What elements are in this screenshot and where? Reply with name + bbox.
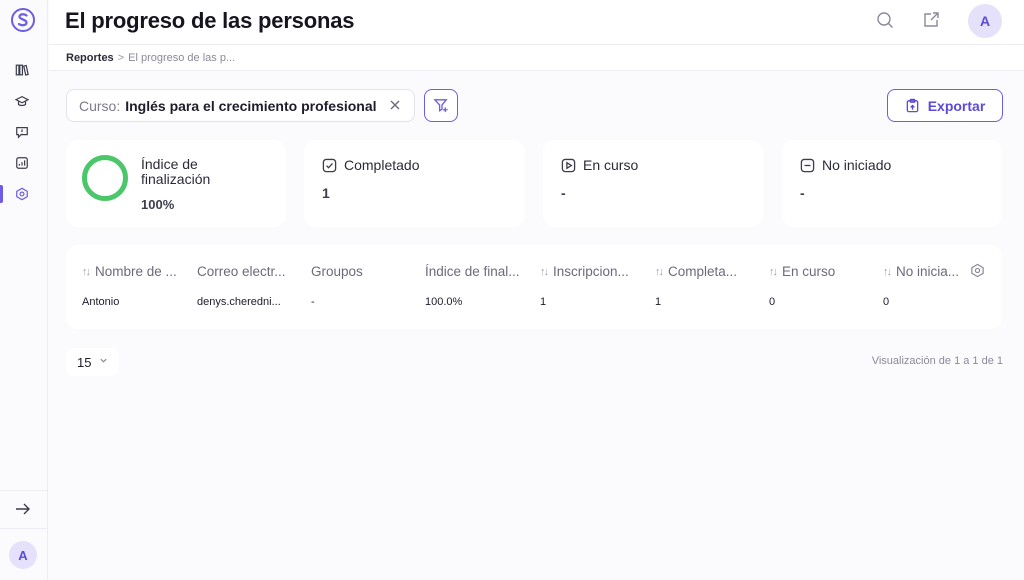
column-header-enrollments[interactable]: ↑↓ Inscripcion... — [540, 264, 646, 279]
export-icon — [906, 98, 919, 113]
sidebar-divider — [0, 528, 48, 529]
in-progress-card: En curso - — [543, 140, 763, 227]
analytics-icon[interactable] — [14, 155, 30, 171]
cell-completion-rate: 100.0% — [425, 296, 463, 308]
column-header-email[interactable]: Correo electr... — [197, 264, 297, 279]
page-size-value: 15 — [77, 354, 92, 370]
sort-icon[interactable]: ↑↓ — [883, 266, 892, 278]
graduation-cap-icon[interactable] — [14, 93, 30, 109]
cell-email: denys.cheredni... — [197, 296, 281, 308]
course-filter-chip[interactable]: Curso: Inglés para el crecimiento profes… — [66, 89, 415, 122]
cell-groups: - — [311, 296, 315, 308]
sort-icon[interactable]: ↑↓ — [655, 266, 664, 278]
add-filter-button[interactable] — [424, 89, 458, 122]
not-started-card: No iniciado - — [782, 140, 1002, 227]
completed-title: Completado — [344, 157, 420, 173]
search-icon[interactable] — [876, 11, 894, 29]
column-header-name[interactable]: ↑↓ Nombre de ... — [82, 264, 188, 279]
completed-value: 1 — [322, 185, 330, 201]
column-header-completion-rate[interactable]: Índice de final... — [425, 264, 531, 279]
play-square-icon — [561, 158, 576, 172]
filter-key: Curso: — [79, 97, 121, 114]
page-size-select[interactable]: 15 — [66, 348, 119, 376]
completion-title: Índice de finalización — [141, 156, 211, 187]
settings-hex-icon[interactable] — [14, 186, 30, 202]
breadcrumb-root[interactable]: Reportes — [66, 52, 114, 64]
breadcrumb-current: El progreso de las p... — [128, 51, 236, 64]
check-square-icon — [322, 158, 337, 172]
completion-ring — [82, 155, 128, 201]
in-progress-title: En curso — [583, 157, 639, 173]
people-progress-table: ↑↓ Nombre de ... Correo electr... Groupos… — [66, 245, 1002, 329]
completion-value: 100% — [141, 197, 175, 212]
export-label: Exportar — [927, 97, 986, 114]
cell-name[interactable]: Antonio — [82, 296, 188, 308]
minus-square-icon — [800, 158, 815, 172]
sidebar-active-indicator — [0, 185, 3, 203]
user-avatar[interactable]: A — [9, 541, 37, 569]
logo-s-icon — [17, 13, 28, 27]
completed-card: Completado 1 — [304, 140, 525, 227]
library-icon[interactable] — [14, 62, 30, 78]
feedback-icon[interactable] — [14, 124, 30, 140]
breadcrumb-separator: > — [117, 51, 125, 64]
export-button[interactable]: Exportar — [887, 89, 1003, 122]
sidebar: A — [0, 0, 48, 580]
sort-icon[interactable]: ↑↓ — [82, 266, 91, 278]
not-started-value: - — [800, 185, 805, 201]
close-icon[interactable] — [388, 98, 402, 112]
column-settings-icon[interactable] — [970, 263, 985, 278]
filter-value: Inglés para el crecimiento profesional — [125, 97, 377, 114]
cell-enrollments: 1 — [540, 296, 547, 308]
cell-in-progress: 0 — [769, 296, 776, 308]
completion-rate-card: Índice de finalización 100% — [66, 140, 286, 227]
column-header-not-started[interactable]: ↑↓ No inicia... — [883, 264, 969, 279]
column-header-completed[interactable]: ↑↓ Completa... — [655, 264, 755, 279]
sort-icon[interactable]: ↑↓ — [540, 266, 549, 278]
page-title: El progreso de las personas — [65, 8, 355, 33]
filter-plus-icon — [432, 99, 448, 113]
sort-icon[interactable]: ↑↓ — [769, 266, 778, 278]
breadcrumb: Reportes > El progreso de las p... — [49, 45, 1024, 71]
column-header-groups[interactable]: Groupos — [311, 264, 411, 279]
logo[interactable] — [11, 8, 35, 32]
chevron-down-icon — [99, 356, 108, 368]
not-started-title: No iniciado — [822, 157, 892, 173]
in-progress-value: - — [561, 185, 566, 201]
pagination-info: Visualización de 1 a 1 de 1 — [871, 355, 1003, 367]
expand-sidebar-arrow-icon[interactable] — [14, 501, 32, 517]
sidebar-divider — [0, 490, 48, 491]
cell-completed: 1 — [655, 296, 662, 308]
header-avatar[interactable]: A — [968, 4, 1002, 38]
column-header-in-progress[interactable]: ↑↓ En curso — [769, 264, 869, 279]
top-header: El progreso de las personas A — [49, 0, 1024, 45]
cell-not-started: 0 — [883, 296, 890, 308]
external-link-icon[interactable] — [922, 11, 940, 29]
